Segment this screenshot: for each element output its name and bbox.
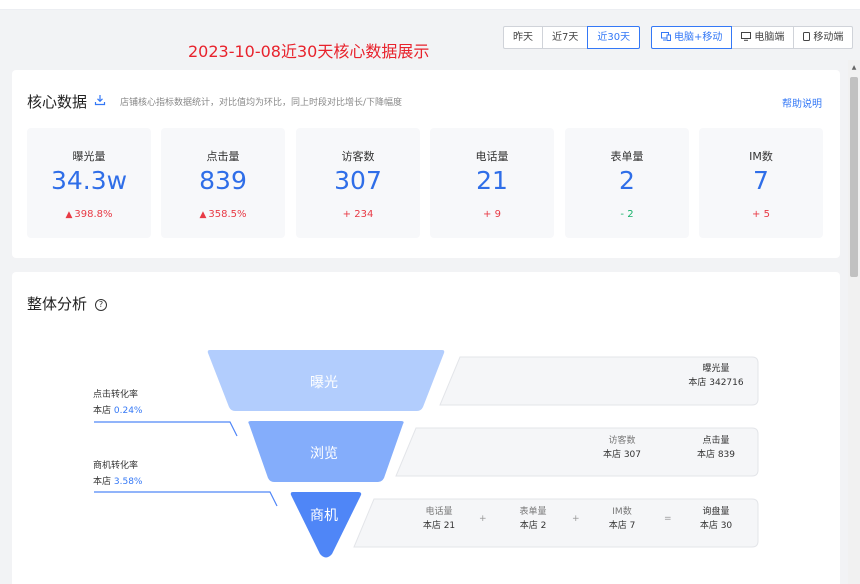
stat-label: 询盘量 (702, 507, 730, 517)
analysis-card: 整体分析 ? 曝光 浏览 商机 点击转化率 本店 0.24% 商机转化率 本店 … (12, 272, 840, 584)
time-7days-button[interactable]: 近7天 (542, 26, 589, 49)
time-range-control: 昨天 近7天 近30天 (503, 26, 641, 49)
metric-delta: ▲ 358.5% (161, 209, 285, 220)
biz-rate-label: 商机转化率 (93, 461, 139, 471)
metric-delta: + 5 (752, 209, 770, 220)
pc-mobile-icon (661, 32, 671, 41)
top-strip (0, 0, 860, 10)
stat-label: IM数 (612, 507, 632, 517)
scroll-thumb[interactable] (850, 77, 858, 277)
device-pc-label: 电脑端 (754, 32, 785, 43)
metric-label: 点击量 (206, 150, 240, 163)
stat-value: 本店 21 (422, 521, 456, 531)
metric-value: 34.3w (50, 166, 128, 195)
device-mobile-label: 移动端 (813, 32, 844, 43)
biz-rate-line (94, 491, 278, 507)
metric-card-forms: 表单量 2 - 2 (565, 128, 689, 238)
device-pc-button[interactable]: 电脑端 (731, 26, 795, 49)
core-data-card: 核心数据 店铺核心指标数据统计，对比值均为环比，同上时段对比增长/下降幅度 帮助… (12, 70, 840, 258)
click-rate-line (94, 421, 238, 437)
stat-visitors: 访客数 本店 307 (587, 434, 657, 462)
plus-operator: + (479, 514, 487, 524)
monitor-icon (741, 32, 752, 41)
metric-delta: + 234 (342, 209, 374, 220)
biz-rate-value: 本店 3.58% (93, 474, 142, 487)
click-rate-number: 0.24% (113, 406, 143, 416)
stat-label: 电话量 (425, 507, 453, 517)
stat-value: 本店 30 (699, 521, 733, 531)
stat-im: IM数 本店 7 (587, 505, 657, 533)
phone-icon (803, 32, 811, 41)
stat-value: 本店 2 (519, 521, 547, 531)
biz-rate-prefix: 本店 (93, 477, 112, 487)
biz-rate-number: 3.58% (113, 477, 143, 487)
stat-label: 曝光量 (702, 364, 730, 374)
stat-inquiries: 询盘量 本店 30 (681, 505, 751, 533)
stat-value: 本店 839 (696, 450, 736, 460)
device-all-label: 电脑+移动 (674, 32, 723, 43)
metric-card-visitors: 访客数 307 + 234 (296, 128, 420, 238)
metric-card-im: IM数 7 + 5 (699, 128, 823, 238)
metric-value: 7 (753, 166, 769, 195)
device-control: 电脑+移动 电脑端 移动端 (651, 26, 854, 49)
metric-delta-value: 358.5% (208, 209, 247, 220)
metric-card-calls: 电话量 21 + 9 (430, 128, 554, 238)
metric-delta: ▲ 398.8% (27, 209, 151, 220)
metric-label: IM数 (749, 150, 773, 163)
metric-delta-value: 398.8% (74, 209, 113, 220)
click-rate-prefix: 本店 (93, 406, 112, 416)
funnel-graphic (94, 350, 759, 558)
metric-value: 21 (476, 166, 508, 195)
metric-value: 2 (619, 166, 635, 195)
click-rate-label: 点击转化率 (93, 390, 139, 400)
stat-value: 本店 307 (602, 450, 642, 460)
help-link[interactable]: 帮助说明 (782, 95, 822, 110)
stat-exposure: 曝光量 本店 342716 (681, 362, 751, 390)
metric-card-exposure: 曝光量 34.3w ▲ 398.8% (27, 128, 151, 238)
funnel-label-biz: 商机 (310, 508, 338, 524)
device-all-button[interactable]: 电脑+移动 (651, 26, 733, 49)
funnel-label-exposure: 曝光 (310, 375, 338, 391)
scroll-up-icon[interactable]: ▲ (848, 62, 860, 74)
arrow-up-icon: ▲ (199, 210, 207, 220)
time-yesterday-button[interactable]: 昨天 (503, 26, 543, 49)
click-rate-value: 本店 0.24% (93, 403, 142, 416)
arrow-up-icon: ▲ (65, 210, 73, 220)
metric-delta: + 9 (483, 209, 501, 220)
stat-label: 表单量 (519, 507, 547, 517)
core-data-title: 核心数据 (27, 93, 88, 111)
core-data-subtitle: 店铺核心指标数据统计，对比值均为环比，同上时段对比增长/下降幅度 (120, 98, 403, 108)
metric-value: 307 (334, 166, 382, 195)
page-title: 2023-10-08近30天核心数据展示 (188, 42, 430, 61)
metric-delta: - 2 (620, 209, 634, 220)
stat-value: 本店 342716 (688, 378, 744, 388)
metric-label: 电话量 (475, 150, 509, 163)
metric-label: 访客数 (341, 150, 375, 163)
stat-clicks: 点击量 本店 839 (681, 434, 751, 462)
equals-operator: = (664, 514, 672, 524)
stat-label: 点击量 (702, 436, 730, 446)
plus-operator: + (572, 514, 580, 524)
time-30days-button[interactable]: 近30天 (587, 26, 641, 49)
metric-label: 表单量 (610, 150, 644, 163)
device-mobile-button[interactable]: 移动端 (793, 26, 854, 49)
funnel-label-browse: 浏览 (310, 446, 338, 462)
stat-forms: 表单量 本店 2 (498, 505, 568, 533)
metric-label: 曝光量 (72, 150, 106, 163)
metric-card-clicks: 点击量 839 ▲ 358.5% (161, 128, 285, 238)
scrollbar[interactable]: ▲ (848, 60, 860, 584)
download-icon[interactable] (94, 94, 106, 106)
metric-value: 839 (199, 166, 247, 195)
stat-value: 本店 7 (608, 521, 636, 531)
stat-label: 访客数 (608, 436, 636, 446)
stat-calls: 电话量 本店 21 (404, 505, 474, 533)
